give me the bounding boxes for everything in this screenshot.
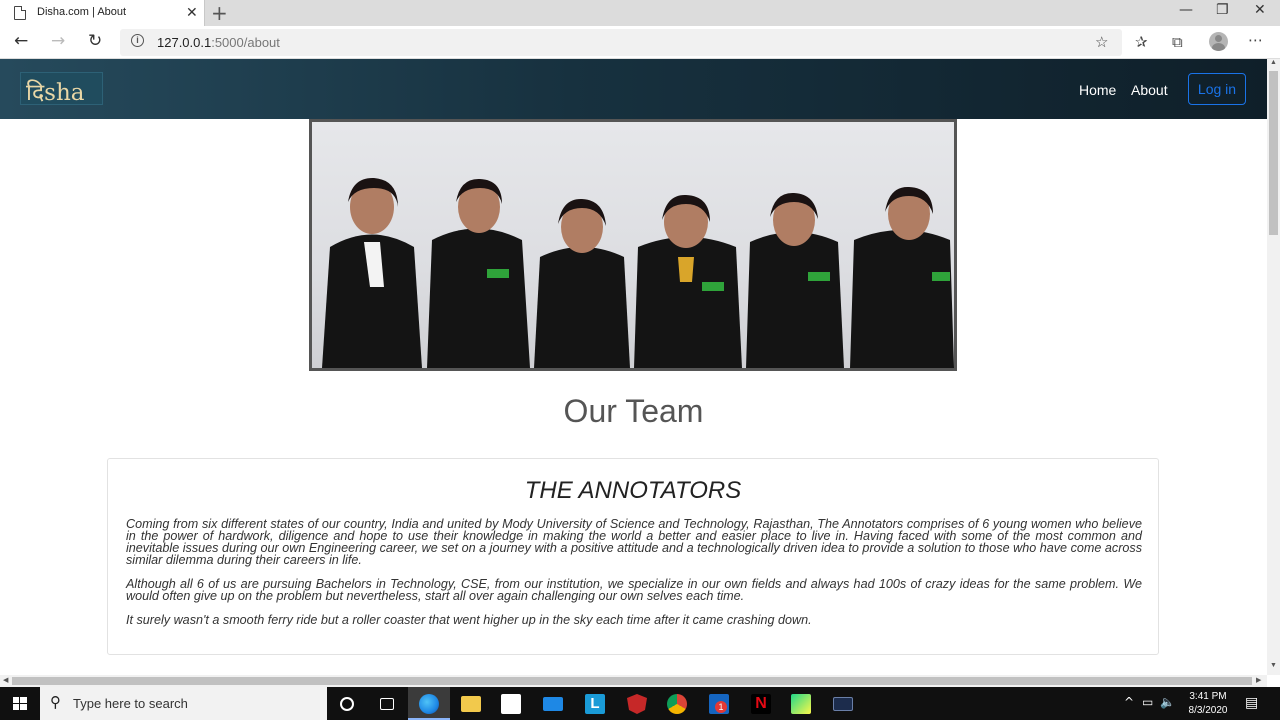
action-center-icon[interactable]: ▤ bbox=[1245, 695, 1258, 711]
nav-home-link[interactable]: Home bbox=[1079, 82, 1116, 98]
page-icon bbox=[14, 6, 26, 20]
minimize-button[interactable]: — bbox=[1179, 2, 1193, 18]
browser-toolbar: ← → ↻ i 127.0.0.1:5000/about ☆ ✰ ⧉ ⋯ bbox=[0, 26, 1280, 59]
taskbar-app-mail[interactable] bbox=[532, 687, 574, 720]
window-close-button[interactable]: ✕ bbox=[1254, 2, 1266, 18]
notification-badge: 1 bbox=[715, 701, 727, 713]
card-title: THE ANNOTATORS bbox=[524, 477, 742, 504]
task-view-button[interactable] bbox=[366, 687, 408, 720]
l-app-icon: L bbox=[585, 694, 605, 714]
cortana-icon bbox=[340, 697, 354, 711]
taskbar-app-l[interactable]: L bbox=[574, 687, 616, 720]
tab-title: Disha.com | About bbox=[37, 6, 127, 18]
edge-icon bbox=[419, 694, 439, 714]
search-icon: ⚲ bbox=[50, 693, 61, 711]
chrome-icon bbox=[667, 694, 687, 714]
scroll-down-icon[interactable]: ▼ bbox=[1270, 662, 1277, 669]
task-view-icon bbox=[380, 698, 394, 710]
mail-icon bbox=[543, 697, 563, 711]
team-card: THE ANNOTATORS Coming from six different… bbox=[107, 458, 1159, 655]
volume-icon[interactable]: 🔈 bbox=[1160, 695, 1175, 709]
nav-about-link[interactable]: About bbox=[1131, 82, 1168, 98]
show-hidden-icons-chevron[interactable]: ^ bbox=[1124, 695, 1134, 709]
cortana-button[interactable] bbox=[326, 687, 368, 720]
forward-arrow-icon[interactable]: → bbox=[51, 31, 65, 51]
taskbar-app-outlook[interactable]: 1 bbox=[698, 687, 740, 720]
taskbar-app-explorer[interactable] bbox=[450, 687, 492, 720]
taskbar-app-terminal[interactable] bbox=[822, 687, 864, 720]
site-info-icon[interactable]: i bbox=[131, 34, 144, 47]
vertical-scrollbar[interactable]: ▲ ▼ bbox=[1267, 59, 1280, 675]
taskbar-app-mcafee[interactable] bbox=[616, 687, 658, 720]
windows-logo-icon bbox=[13, 697, 27, 710]
site-navbar: दिsha Home About Log in bbox=[0, 59, 1267, 119]
terminal-icon bbox=[833, 697, 853, 711]
taskbar-app-chrome[interactable] bbox=[656, 687, 698, 720]
card-paragraph-3: It surely wasn't a smooth ferry ride but… bbox=[126, 613, 812, 627]
store-icon bbox=[501, 694, 521, 714]
windows-taskbar: ⚲ Type here to search L 1 N ^ ▭ 🔈 3:41 P… bbox=[0, 687, 1280, 720]
maximize-button[interactable]: ❐ bbox=[1216, 2, 1229, 18]
scroll-right-icon[interactable]: ▶ bbox=[1256, 676, 1261, 684]
card-paragraph-1: Coming from six different states of our … bbox=[126, 517, 1142, 567]
tab-close-icon[interactable]: ✕ bbox=[186, 4, 198, 21]
system-clock[interactable]: 3:41 PM 8/3/2020 bbox=[1180, 690, 1236, 718]
new-tab-button[interactable]: + bbox=[211, 1, 228, 25]
taskbar-app-edge[interactable] bbox=[408, 687, 450, 720]
scroll-left-icon[interactable]: ◀ bbox=[3, 676, 8, 684]
url-host: 127.0.0.1 bbox=[157, 35, 212, 50]
start-button[interactable] bbox=[0, 687, 40, 720]
favorite-star-icon[interactable]: ☆ bbox=[1095, 33, 1108, 51]
url-text[interactable]: 127.0.0.1:5000/about bbox=[157, 35, 280, 50]
profile-avatar[interactable] bbox=[1209, 32, 1228, 51]
horizontal-scroll-thumb[interactable] bbox=[12, 677, 1252, 685]
address-bar[interactable]: i 127.0.0.1:5000/about ☆ bbox=[120, 29, 1122, 56]
clock-date: 8/3/2020 bbox=[1188, 705, 1228, 716]
taskbar-search-box[interactable]: ⚲ Type here to search bbox=[40, 687, 327, 720]
more-menu-icon[interactable]: ⋯ bbox=[1248, 31, 1263, 49]
netflix-icon: N bbox=[751, 694, 771, 714]
favorites-icon[interactable]: ✰ bbox=[1135, 33, 1148, 51]
taskbar-app-pycharm[interactable] bbox=[780, 687, 822, 720]
team-photo-illustration bbox=[322, 177, 954, 368]
folder-icon bbox=[461, 696, 481, 712]
mcafee-shield-icon bbox=[627, 694, 647, 714]
refresh-icon[interactable]: ↻ bbox=[88, 31, 102, 51]
collections-icon[interactable]: ⧉ bbox=[1172, 33, 1183, 51]
card-paragraph-2: Although all 6 of us are pursuing Bachel… bbox=[126, 577, 1142, 603]
scroll-up-icon[interactable]: ▲ bbox=[1270, 59, 1277, 66]
taskbar-app-netflix[interactable]: N bbox=[740, 687, 782, 720]
pycharm-icon bbox=[791, 694, 811, 714]
back-arrow-icon[interactable]: ← bbox=[14, 31, 28, 51]
browser-tab[interactable]: Disha.com | About ✕ bbox=[0, 0, 205, 26]
disha-logo[interactable]: दिsha bbox=[20, 72, 103, 106]
browser-tab-strip: Disha.com | About ✕ + — ❐ ✕ bbox=[0, 0, 1280, 26]
clock-time: 3:41 PM bbox=[1189, 691, 1227, 702]
page-heading: Our Team bbox=[563, 393, 704, 429]
team-photo bbox=[309, 119, 957, 371]
taskbar-app-store[interactable] bbox=[490, 687, 532, 720]
battery-icon[interactable]: ▭ bbox=[1142, 695, 1153, 709]
logo-text: दिsha bbox=[26, 80, 85, 106]
search-placeholder: Type here to search bbox=[73, 696, 188, 711]
url-path: :5000/about bbox=[211, 35, 280, 50]
horizontal-scrollbar[interactable]: ◀ ▶ bbox=[0, 675, 1267, 687]
login-button[interactable]: Log in bbox=[1188, 73, 1246, 105]
vertical-scroll-thumb[interactable] bbox=[1269, 71, 1278, 235]
